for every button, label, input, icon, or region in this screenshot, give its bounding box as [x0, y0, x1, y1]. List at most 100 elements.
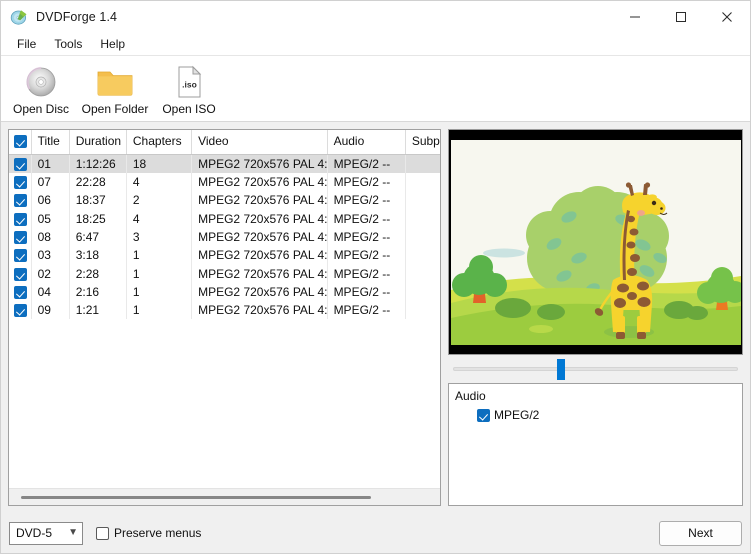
column-header-audio[interactable]: Audio [327, 130, 406, 155]
table-row[interactable]: 02 2:28 1 MPEG2 720x576 PAL 4:3 MPEG/2 -… [9, 264, 440, 283]
giraffe-illustration [450, 139, 741, 345]
cell-subpictures [405, 154, 440, 173]
preserve-menus-option[interactable]: Preserve menus [96, 526, 201, 540]
footer-bar: DVD-5 ▼ Preserve menus Next [1, 513, 750, 553]
disc-size-select[interactable]: DVD-5 ▼ [9, 521, 83, 545]
cell-video: MPEG2 720x576 PAL 4:3 [191, 154, 328, 173]
cell-title: 03 [31, 246, 70, 265]
cell-video: MPEG2 720x576 PAL 4:3 [191, 172, 328, 192]
row-checkbox[interactable] [14, 286, 27, 300]
row-checkbox[interactable] [14, 157, 27, 171]
cell-chapters: 1 [126, 264, 193, 283]
preserve-menus-checkbox[interactable] [96, 526, 109, 540]
row-checkbox[interactable] [14, 176, 27, 190]
column-header-subpictures[interactable]: Subpi [405, 130, 440, 155]
cell-subpictures [405, 246, 440, 265]
audio-track-checkbox[interactable] [477, 408, 490, 422]
row-checkbox-cell[interactable] [9, 282, 32, 302]
cell-duration: 18:37 [69, 191, 127, 210]
row-checkbox-cell[interactable] [9, 191, 32, 210]
menu-item-tools[interactable]: Tools [45, 34, 91, 54]
row-checkbox[interactable] [14, 194, 27, 208]
scrollbar-thumb[interactable] [21, 495, 371, 499]
cell-chapters: 1 [126, 301, 193, 320]
close-button[interactable] [704, 1, 750, 33]
column-header-title[interactable]: Title [31, 130, 70, 155]
table-header-row: Title Duration Chapters Video Audio Subp… [9, 130, 440, 155]
maximize-button[interactable] [658, 1, 704, 33]
cell-duration: 6:47 [69, 227, 127, 247]
cell-chapters: 1 [126, 282, 193, 302]
iso-file-icon: .iso [174, 63, 204, 101]
minimize-button[interactable] [612, 1, 658, 33]
row-checkbox[interactable] [14, 212, 27, 226]
row-checkbox[interactable] [14, 231, 27, 245]
title-bar: DVDForge 1.4 [1, 1, 750, 33]
slider-thumb[interactable] [557, 359, 566, 380]
toolbar: Open Disc Open Folder .iso Open ISO [1, 56, 750, 122]
open-disc-button[interactable]: Open Disc [7, 59, 75, 116]
column-header-chapters[interactable]: Chapters [126, 130, 193, 155]
menu-item-file[interactable]: File [8, 34, 45, 54]
title-table: Title Duration Chapters Video Audio Subp… [9, 130, 440, 320]
row-checkbox-cell[interactable] [9, 227, 32, 247]
cell-duration: 2:28 [69, 264, 127, 283]
cell-subpictures [405, 264, 440, 283]
table-row[interactable]: 01 1:12:26 18 MPEG2 720x576 PAL 4:3 MPEG… [9, 154, 440, 173]
row-checkbox[interactable] [14, 267, 27, 281]
window-controls [612, 1, 750, 33]
dvd-disc-icon [10, 8, 28, 26]
row-checkbox[interactable] [14, 304, 27, 318]
row-checkbox-cell[interactable] [9, 264, 32, 283]
cell-audio: MPEG/2 -- [327, 301, 406, 320]
cell-audio: MPEG/2 -- [327, 246, 406, 265]
audio-track-item[interactable]: MPEG/2 [477, 408, 736, 422]
cell-audio: MPEG/2 -- [327, 154, 406, 173]
title-list-scroll-area[interactable]: Title Duration Chapters Video Audio Subp… [9, 130, 440, 488]
video-preview[interactable] [448, 129, 743, 355]
menu-item-help[interactable]: Help [91, 34, 134, 54]
cell-title: 04 [31, 282, 70, 302]
cell-chapters: 1 [126, 246, 193, 265]
table-row[interactable]: 05 18:25 4 MPEG2 720x576 PAL 4:3 MPEG/2 … [9, 209, 440, 228]
table-row[interactable]: 08 6:47 3 MPEG2 720x576 PAL 4:3 MPEG/2 -… [9, 227, 440, 247]
cell-audio: MPEG/2 -- [327, 191, 406, 210]
open-folder-button[interactable]: Open Folder [75, 59, 155, 116]
cell-chapters: 18 [126, 154, 193, 173]
main-body: Title Duration Chapters Video Audio Subp… [1, 122, 750, 513]
table-row[interactable]: 09 1:21 1 MPEG2 720x576 PAL 4:3 MPEG/2 -… [9, 301, 440, 320]
table-row[interactable]: 06 18:37 2 MPEG2 720x576 PAL 4:3 MPEG/2 … [9, 191, 440, 210]
select-all-header[interactable] [9, 130, 32, 155]
right-column: Audio MPEG/2 [448, 129, 743, 506]
chevron-down-icon: ▼ [68, 527, 78, 538]
table-row[interactable]: 07 22:28 4 MPEG2 720x576 PAL 4:3 MPEG/2 … [9, 172, 440, 192]
next-button[interactable]: Next [659, 520, 742, 546]
column-header-duration[interactable]: Duration [69, 130, 127, 155]
row-checkbox-cell[interactable] [9, 209, 32, 228]
cell-subpictures [405, 282, 440, 302]
cell-subpictures [405, 301, 440, 320]
table-row[interactable]: 03 3:18 1 MPEG2 720x576 PAL 4:3 MPEG/2 -… [9, 246, 440, 265]
cell-subpictures [405, 191, 440, 210]
scrollbar-track[interactable] [14, 495, 435, 499]
table-body: 01 1:12:26 18 MPEG2 720x576 PAL 4:3 MPEG… [9, 154, 440, 320]
row-checkbox-cell[interactable] [9, 154, 32, 173]
select-all-checkbox[interactable] [14, 135, 27, 149]
row-checkbox-cell[interactable] [9, 172, 32, 192]
cell-title: 05 [31, 209, 70, 228]
row-checkbox[interactable] [14, 249, 27, 263]
row-checkbox-cell[interactable] [9, 301, 32, 320]
horizontal-scrollbar[interactable] [9, 488, 440, 505]
cell-duration: 22:28 [69, 172, 127, 192]
open-folder-label: Open Folder [81, 102, 149, 116]
open-iso-button[interactable]: .iso Open ISO [155, 59, 223, 116]
cell-audio: MPEG/2 -- [327, 227, 406, 247]
table-row[interactable]: 04 2:16 1 MPEG2 720x576 PAL 4:3 MPEG/2 -… [9, 282, 440, 302]
slider-track[interactable] [453, 359, 738, 380]
cell-subpictures [405, 227, 440, 247]
cell-duration: 1:21 [69, 301, 127, 320]
column-header-video[interactable]: Video [191, 130, 328, 155]
row-checkbox-cell[interactable] [9, 246, 32, 265]
cell-video: MPEG2 720x576 PAL 4:3 [191, 191, 328, 210]
preview-position-slider[interactable] [448, 355, 743, 383]
